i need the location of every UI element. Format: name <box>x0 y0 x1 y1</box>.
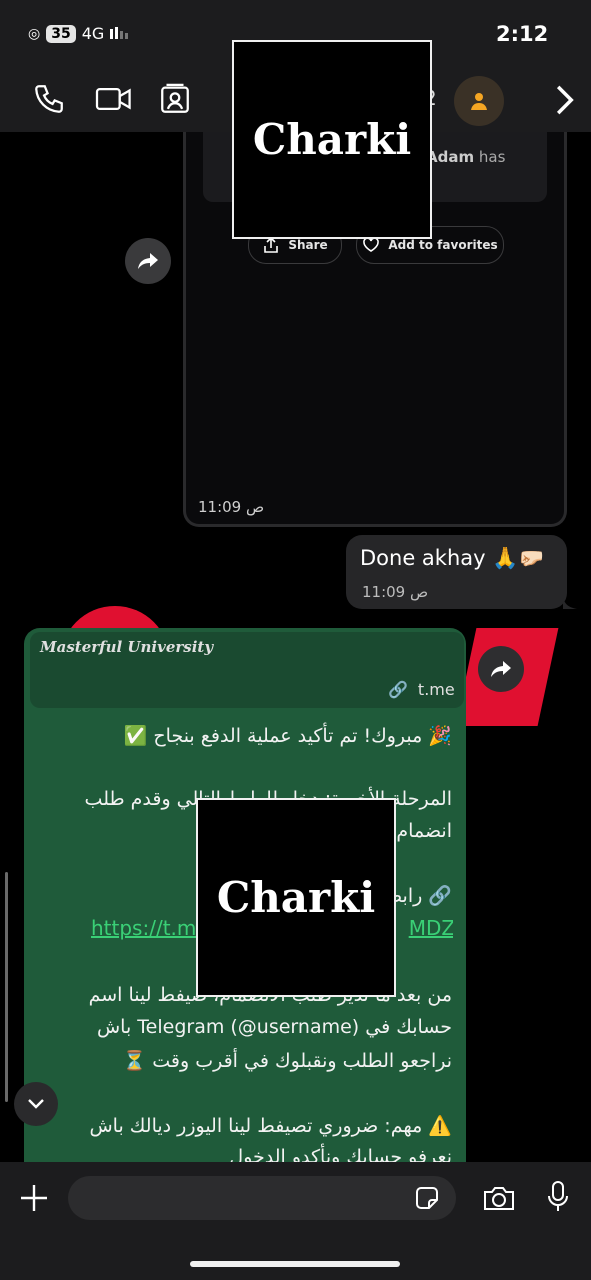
chevron-down-icon <box>28 1099 44 1109</box>
network-type: 4G <box>81 24 105 43</box>
message-line: نراجعو الطلب ونقبلوك في أقرب وقت ⏳ <box>122 1050 452 1072</box>
media-card-text: Adam has <box>426 148 505 166</box>
forward-button[interactable] <box>125 238 171 284</box>
home-indicator[interactable] <box>190 1261 400 1267</box>
battery-level: 35 <box>46 24 76 43</box>
avatar-icon <box>471 93 487 110</box>
forward-button[interactable] <box>478 646 524 692</box>
video-icon[interactable] <box>94 82 134 120</box>
message-time: 11:09 ص <box>198 498 265 516</box>
phone-icon[interactable] <box>32 82 66 120</box>
contact-card-icon[interactable] <box>158 82 192 120</box>
camera-icon[interactable] <box>482 1182 516 1218</box>
forward-icon <box>138 253 158 269</box>
microphone-icon[interactable] <box>546 1180 570 1218</box>
message-time: 11:09 ص <box>362 583 429 601</box>
status-time: 2:12 <box>496 22 549 46</box>
link-domain-text: t.me <box>417 680 455 699</box>
message-link-start[interactable]: https://t.me <box>91 916 209 940</box>
chevron-right-icon[interactable] <box>552 84 576 120</box>
message-line: حسابك في Telegram (@username) باش <box>96 1016 452 1038</box>
media-card-suffix: has <box>478 148 506 166</box>
outgoing-message-text: Done akhay 🙏🤛🏻 <box>360 546 545 570</box>
link-icon: 🔗 <box>388 680 408 699</box>
watermark-logo: Charki <box>232 40 432 239</box>
message-input[interactable] <box>68 1176 456 1220</box>
message-link-end[interactable]: MDZk <box>409 916 453 940</box>
media-card-name: Adam <box>426 148 475 166</box>
plus-icon[interactable] <box>18 1182 50 1218</box>
link-preview-domain: 🔗 t.me <box>388 680 455 699</box>
watermark-text: Charki <box>216 873 376 922</box>
watermark-logo: Charki <box>196 798 396 997</box>
status-left: ◎ 35 4G <box>28 24 130 43</box>
message-line: انضمام <box>396 820 452 842</box>
network-icon: ◎ <box>28 25 41 42</box>
sticker-icon[interactable] <box>413 1184 441 1216</box>
link-preview-title: Masterful University <box>40 638 214 656</box>
forward-icon <box>491 661 511 677</box>
bubble-tail <box>563 593 577 609</box>
scroll-to-bottom-button[interactable] <box>14 1082 58 1126</box>
share-label: Share <box>288 238 328 252</box>
message-line: 🎉 مبروك! تم تأكيد عملية الدفع بنجاح ✅ <box>123 725 452 747</box>
avatar[interactable] <box>454 76 504 126</box>
scrollbar[interactable] <box>5 872 8 1102</box>
message-line: ⚠️ مهم: ضروري تصيفط لينا اليوزر ديالك با… <box>89 1115 452 1137</box>
favorites-label: Add to favorites <box>388 238 498 252</box>
signal-icon <box>110 24 130 43</box>
watermark-text: Charki <box>252 115 412 164</box>
